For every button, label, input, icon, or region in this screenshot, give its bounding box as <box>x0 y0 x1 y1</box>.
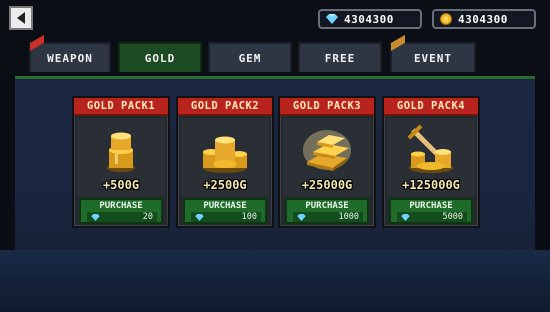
tab-free[interactable]: FREE <box>298 42 382 72</box>
bottom-area <box>0 250 550 312</box>
gold-balance: 4304300 <box>432 9 536 29</box>
gem-balance-value: 4304300 <box>344 12 394 26</box>
new-badge-icon <box>30 34 44 51</box>
purchase-label: PURCHASE <box>409 201 453 211</box>
diamond-icon <box>326 14 338 24</box>
purchase-button[interactable]: PURCHASE 1000 <box>285 198 369 224</box>
pack-display: +125000G <box>387 118 475 196</box>
gold-pack-card: GOLD PACK3 +25000G PURCHASE 1000 <box>278 96 376 228</box>
pack-amount: +2500G <box>203 178 247 192</box>
price-value: 5000 <box>442 212 463 222</box>
gold-balance-value: 4304300 <box>458 12 508 26</box>
diamond-icon <box>297 213 306 221</box>
purchase-button[interactable]: PURCHASE 20 <box>79 198 163 224</box>
diamond-icon <box>195 213 204 221</box>
shop-tabs: WEAPON GOLD GEM FREE EVENT <box>0 34 550 76</box>
tab-gold-label: GOLD <box>144 51 176 65</box>
tab-event[interactable]: EVENT <box>390 34 476 72</box>
tab-gem-label: GEM <box>238 51 262 65</box>
pack-display: +25000G <box>283 118 371 196</box>
purchase-label: PURCHASE <box>203 201 247 211</box>
top-bar: 4304300 4304300 <box>0 0 550 36</box>
event-badge-icon <box>391 34 405 51</box>
price-tag: 1000 <box>293 212 363 222</box>
price-value: 100 <box>241 212 257 222</box>
pack-amount: +125000G <box>402 178 460 192</box>
purchase-label: PURCHASE <box>99 201 143 211</box>
tab-free-label: FREE <box>324 51 356 65</box>
pack-title: GOLD PACK2 <box>178 98 272 116</box>
pack-display: +500G <box>77 118 165 196</box>
diamond-icon <box>401 213 410 221</box>
price-value: 1000 <box>338 212 359 222</box>
tab-event-label: EVENT <box>413 51 453 65</box>
gold-bars-icon <box>303 130 351 171</box>
pack-title: GOLD PACK1 <box>74 98 168 116</box>
price-tag: 5000 <box>397 212 467 222</box>
gold-pack-card: GOLD PACK1 +500G PURCHASE 20 <box>72 96 170 228</box>
tab-gem[interactable]: GEM <box>208 42 292 72</box>
small-coin-stack-icon <box>107 132 135 172</box>
pack-amount: +25000G <box>301 178 353 192</box>
pack-title: GOLD PACK4 <box>384 98 478 116</box>
back-button[interactable] <box>9 6 33 30</box>
price-tag: 20 <box>87 212 157 222</box>
tab-weapon-label: WEAPON <box>47 51 93 65</box>
gold-coin-icon <box>440 13 452 25</box>
pack-display: +2500G <box>181 118 269 196</box>
price-tag: 100 <box>191 212 261 222</box>
tab-weapon[interactable]: WEAPON <box>29 34 111 72</box>
price-value: 20 <box>142 212 153 222</box>
tab-gold[interactable]: GOLD <box>118 42 202 72</box>
gem-balance: 4304300 <box>318 9 422 29</box>
pack-amount: +500G <box>102 178 140 192</box>
purchase-button[interactable]: PURCHASE 100 <box>183 198 267 224</box>
back-arrow-icon <box>17 12 25 24</box>
diamond-icon <box>91 213 100 221</box>
gold-pack-card: GOLD PACK4 +125000G PURCHASE 5000 <box>382 96 480 228</box>
treasure-sword-icon <box>407 124 453 173</box>
coin-pile-icon <box>203 136 247 173</box>
purchase-button[interactable]: PURCHASE 5000 <box>389 198 473 224</box>
pack-title: GOLD PACK3 <box>280 98 374 116</box>
gold-pack-card: GOLD PACK2 +2500G PURCHASE 100 <box>176 96 274 228</box>
purchase-label: PURCHASE <box>305 201 349 211</box>
